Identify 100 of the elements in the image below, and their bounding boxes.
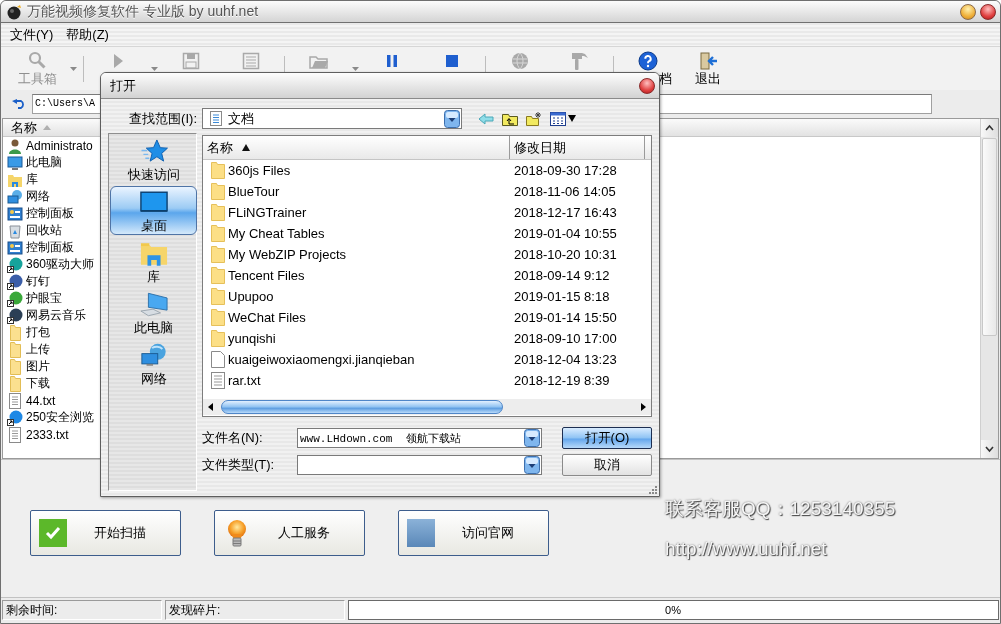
star-icon xyxy=(139,139,168,164)
folder-up-icon[interactable] xyxy=(502,111,518,126)
minimize-button[interactable] xyxy=(960,3,976,20)
look-in-label: 查找范围(I): xyxy=(128,110,197,128)
folder-icon xyxy=(211,309,225,326)
modified-date: 2018-12-17 16:43 xyxy=(514,205,617,220)
checkmark-icon xyxy=(39,519,67,547)
action-button[interactable]: 访问官网 xyxy=(398,510,549,556)
dropdown-button[interactable] xyxy=(524,429,540,447)
item-name[interactable]: 护眼宝 xyxy=(26,290,62,307)
item-name[interactable]: 上传 xyxy=(26,341,50,358)
file-name[interactable]: 360js Files xyxy=(228,163,291,178)
item-name[interactable]: 打包 xyxy=(26,324,50,341)
toolbar-button[interactable]: 档 xyxy=(618,47,678,87)
open-button[interactable]: 打开(O) xyxy=(562,427,652,449)
modified-date: 2018-09-30 17:28 xyxy=(514,163,617,178)
file-name[interactable]: BlueTour xyxy=(228,184,280,199)
column-header[interactable]: 名称 xyxy=(11,118,51,137)
back-arrow-icon[interactable] xyxy=(12,98,26,109)
file-name[interactable]: FLiNGTrainer xyxy=(228,205,307,220)
scroll-thumb[interactable] xyxy=(982,138,997,336)
file-type-field[interactable] xyxy=(297,455,542,475)
scroll-thumb[interactable] xyxy=(221,400,503,414)
close-button[interactable] xyxy=(980,3,996,20)
file-name[interactable]: rar.txt xyxy=(228,373,261,388)
file-name-label: 文件名(N): xyxy=(202,429,264,447)
computer-icon xyxy=(139,292,168,317)
action-button[interactable]: 人工服务 xyxy=(214,510,365,556)
dialog-title: 打开 xyxy=(110,76,136,95)
horizontal-scrollbar[interactable] xyxy=(203,399,651,415)
file-name[interactable]: My Cheat Tables xyxy=(228,226,325,241)
globe-icon xyxy=(510,51,530,71)
file-name[interactable]: kuaigeiwoxiaomengxi.jianqieban xyxy=(228,352,415,367)
folder-icon xyxy=(211,204,225,221)
vertical-scrollbar[interactable] xyxy=(980,119,998,458)
progress-text: 0% xyxy=(665,604,681,616)
file-name-field[interactable]: www.LHdown.com 领航下载站 xyxy=(297,428,542,448)
modified-date: 2019-01-15 8:18 xyxy=(514,289,610,304)
places-item[interactable]: 桌面 xyxy=(110,186,197,235)
modified-date: 2018-12-04 13:23 xyxy=(514,352,617,367)
places-item[interactable]: 网络 xyxy=(110,339,197,388)
close-button[interactable] xyxy=(639,77,655,94)
modified-date: 2019-01-14 15:50 xyxy=(514,310,617,325)
shortcut-icon xyxy=(7,290,23,307)
modified-date: 2018-11-06 14:05 xyxy=(514,184,616,199)
modified-date: 2018-12-19 8:39 xyxy=(514,373,610,388)
item-name[interactable]: 网络 xyxy=(26,188,50,205)
column-header[interactable]: 名称 xyxy=(203,136,509,159)
dropdown-button[interactable] xyxy=(524,456,540,474)
item-name[interactable]: 下载 xyxy=(26,375,50,392)
item-name[interactable]: 网易云音乐 xyxy=(26,307,86,324)
file-name[interactable]: Upupoo xyxy=(228,289,274,304)
folder-icon xyxy=(7,341,23,358)
cancel-button[interactable]: 取消 xyxy=(562,454,652,476)
toolbar-button[interactable]: 退出 xyxy=(678,47,738,87)
menu-item[interactable]: 帮助(Z) xyxy=(66,25,109,44)
shortcut-icon xyxy=(7,273,23,290)
new-folder-icon[interactable] xyxy=(526,111,542,126)
menu-item[interactable]: 文件(Y) xyxy=(10,25,54,44)
places-item[interactable]: 快速访问 xyxy=(110,135,197,184)
places-item[interactable]: 库 xyxy=(110,237,197,286)
control-panel-icon xyxy=(7,205,23,222)
file-name[interactable]: Tencent Files xyxy=(228,268,305,283)
item-name[interactable]: 库 xyxy=(26,171,38,188)
dropdown-button[interactable] xyxy=(444,109,460,128)
view-menu-icon[interactable] xyxy=(550,111,566,126)
modified-date: 2019-01-04 10:55 xyxy=(514,226,617,241)
scroll-down-button[interactable] xyxy=(981,440,998,458)
item-name[interactable]: 钉钉 xyxy=(26,273,50,290)
monitor-icon xyxy=(7,154,23,171)
item-name[interactable]: 回收站 xyxy=(26,222,62,239)
folder-icon xyxy=(7,375,23,392)
monitor-icon xyxy=(139,190,168,215)
item-name[interactable]: Administrato xyxy=(26,138,93,153)
window-title: 万能视频修复软件 专业版 by uuhf.net xyxy=(27,2,259,21)
document-icon xyxy=(210,111,222,126)
file-name[interactable]: yunqishi xyxy=(228,331,276,346)
item-name[interactable]: 250安全浏览 xyxy=(26,409,95,426)
item-name[interactable]: 控制面板 xyxy=(26,239,74,256)
item-name[interactable]: 控制面板 xyxy=(26,205,74,222)
column-header[interactable]: 修改日期 xyxy=(509,136,644,159)
folder-icon xyxy=(7,324,23,341)
scroll-up-button[interactable] xyxy=(981,119,998,137)
places-item[interactable]: 此电脑 xyxy=(110,288,197,337)
item-name[interactable]: 此电脑 xyxy=(26,154,62,171)
item-name[interactable]: 44.txt xyxy=(26,393,56,408)
look-in-dropdown[interactable]: 文档 xyxy=(202,108,462,129)
folder-icon xyxy=(211,225,225,242)
hammer-icon xyxy=(570,51,590,71)
save-icon xyxy=(181,51,201,71)
item-name[interactable]: 360驱动大师 xyxy=(26,256,95,273)
action-button[interactable]: 开始扫描 xyxy=(30,510,181,556)
file-name[interactable]: My WebZIP Projects xyxy=(228,247,346,262)
contact-text: 联系客服QQ：1253140355 xyxy=(665,498,896,520)
folder-icon xyxy=(211,288,225,305)
item-name[interactable]: 图片 xyxy=(26,358,50,375)
file-name[interactable]: WeChat Files xyxy=(228,310,306,325)
shortcut-icon xyxy=(7,256,23,273)
item-name[interactable]: 2333.txt xyxy=(26,427,69,442)
resize-grip-icon[interactable] xyxy=(647,484,657,494)
